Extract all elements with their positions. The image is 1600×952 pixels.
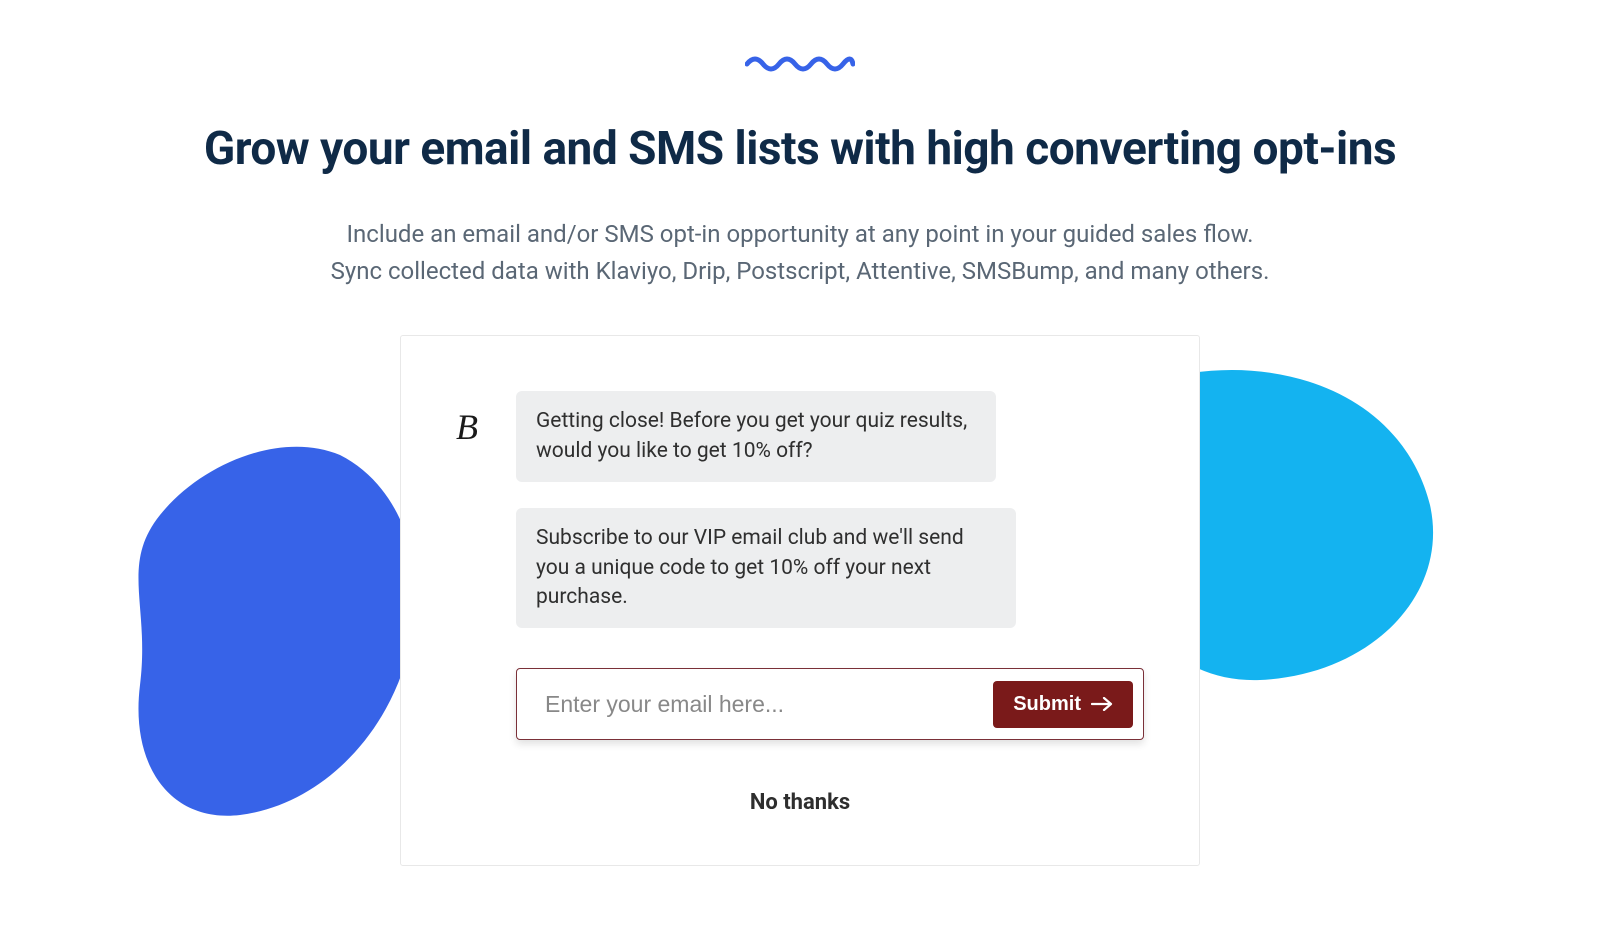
chat-bubbles: Getting close! Before you get your quiz … (516, 391, 1144, 628)
page-headline: Grow your email and SMS lists with high … (0, 122, 1600, 176)
subhead-line-2: Sync collected data with Klaviyo, Drip, … (0, 253, 1600, 290)
brand-avatar: B (456, 409, 488, 445)
subhead-line-1: Include an email and/or SMS opt-in oppor… (0, 216, 1600, 253)
submit-button-label: Submit (1013, 693, 1081, 716)
arrow-right-icon (1091, 697, 1113, 711)
submit-button[interactable]: Submit (993, 681, 1133, 728)
page-subhead: Include an email and/or SMS opt-in oppor… (0, 216, 1600, 290)
demo-stage: B Getting close! Before you get your qui… (0, 335, 1600, 855)
email-field[interactable] (545, 691, 993, 718)
squiggle-icon (745, 52, 855, 72)
email-input-group: Submit (516, 668, 1144, 740)
chat-bubble-1: Getting close! Before you get your quiz … (516, 391, 996, 482)
optin-card: B Getting close! Before you get your qui… (400, 335, 1200, 866)
no-thanks-link[interactable]: No thanks (456, 790, 1144, 815)
squiggle-divider (0, 52, 1600, 72)
chat-bubble-2: Subscribe to our VIP email club and we'l… (516, 508, 1016, 628)
blob-decoration-left (120, 445, 440, 825)
chat-row: B Getting close! Before you get your qui… (456, 391, 1144, 628)
